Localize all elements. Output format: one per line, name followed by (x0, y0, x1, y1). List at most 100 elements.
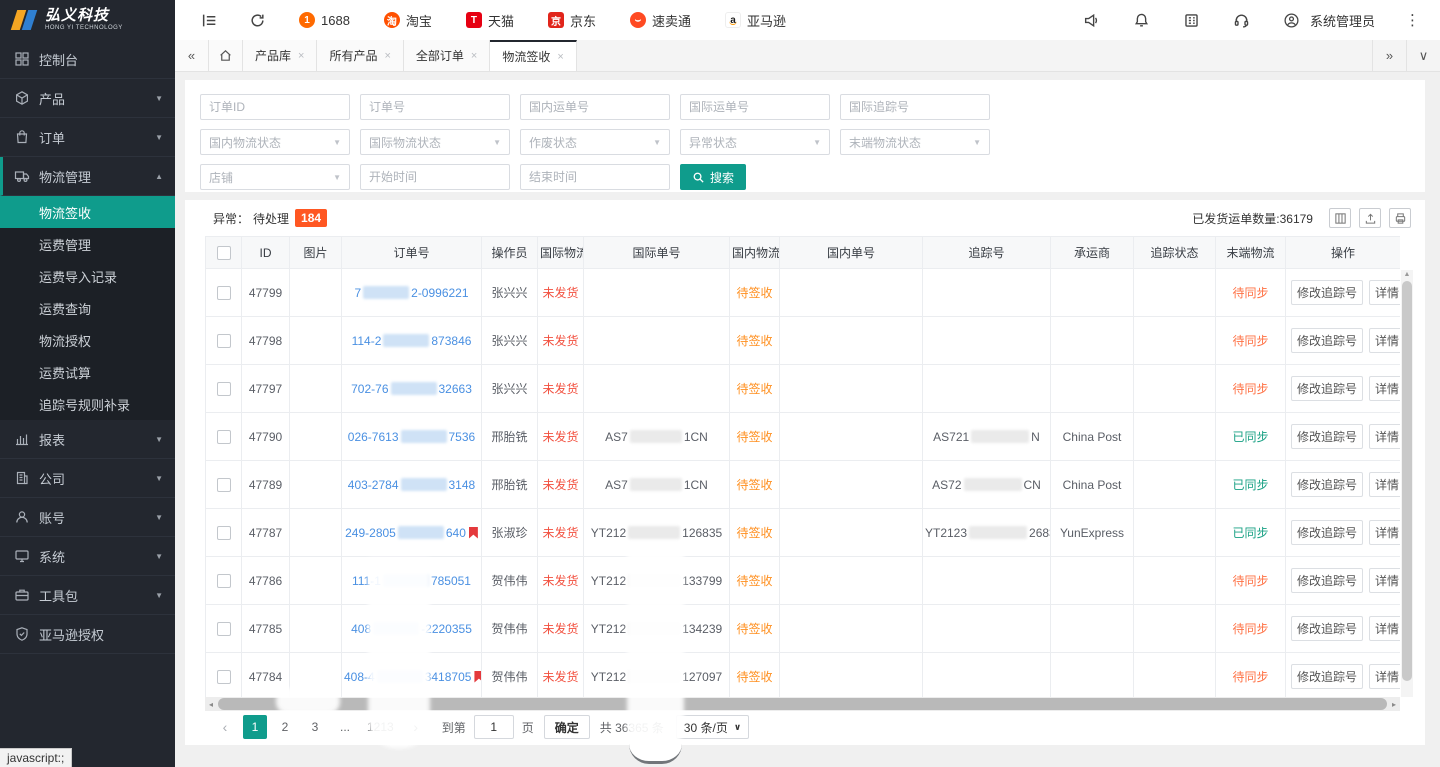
scroll-up-arrow-icon[interactable]: ▲ (1401, 270, 1413, 280)
order-number-link[interactable]: 249-2805640 (345, 526, 466, 540)
tab-产品库[interactable]: 产品库× (243, 40, 317, 71)
collapse-menu-icon[interactable] (197, 8, 221, 32)
user-menu[interactable]: 系统管理员 (1280, 8, 1375, 32)
filter-input-订单ID[interactable] (200, 94, 350, 120)
filter-input-国际追踪号[interactable] (840, 94, 990, 120)
tabs-menu-icon[interactable]: ∨ (1406, 40, 1440, 71)
detail-button[interactable]: 详情 (1369, 424, 1400, 449)
marketplace-link-tmall[interactable]: T天猫 (466, 11, 514, 30)
headset-support-icon[interactable] (1230, 8, 1254, 32)
tab-物流签收[interactable]: 物流签收× (490, 40, 576, 71)
marketplace-link-amazon[interactable]: a亚马逊 (725, 11, 786, 30)
pending-label[interactable]: 待处理 (253, 210, 289, 227)
filter-input-国际运单号[interactable] (680, 94, 830, 120)
more-options-icon[interactable]: ⋮ (1401, 11, 1424, 29)
tab-所有产品[interactable]: 所有产品× (317, 40, 403, 71)
detail-button[interactable]: 详情 (1369, 520, 1400, 545)
order-number-link[interactable]: 114-2873846 (352, 334, 472, 348)
edit-tracking-button[interactable]: 修改追踪号 (1291, 664, 1363, 689)
sidebar-subitem-追踪号规则补录[interactable]: 追踪号规则补录 (0, 388, 175, 420)
marketplace-link-jd[interactable]: 京京东 (548, 11, 596, 30)
scroll-right-arrow-icon[interactable]: ▸ (1388, 700, 1400, 709)
sidebar-item-company[interactable]: 公司▼ (0, 459, 175, 498)
filter-input-end-time[interactable] (520, 164, 670, 190)
detail-button[interactable]: 详情 (1369, 472, 1400, 497)
marketplace-link-taobao[interactable]: 淘淘宝 (384, 11, 432, 30)
row-checkbox[interactable] (217, 430, 231, 444)
close-icon[interactable]: × (471, 50, 477, 62)
order-number-link[interactable]: 702-7632663 (351, 382, 472, 396)
sidebar-item-order[interactable]: 订单▼ (0, 118, 175, 157)
filter-input-订单号[interactable] (360, 94, 510, 120)
select-all-checkbox[interactable] (217, 246, 231, 260)
detail-button[interactable]: 详情 (1369, 376, 1400, 401)
row-checkbox[interactable] (217, 574, 231, 588)
sidebar-subitem-物流签收[interactable]: 物流签收 (0, 196, 175, 228)
announcement-icon[interactable] (1080, 8, 1104, 32)
marketplace-link-1688[interactable]: 11688 (299, 12, 350, 28)
prev-page-icon[interactable]: ‹ (213, 715, 237, 739)
detail-button[interactable]: 详情 (1369, 280, 1400, 305)
tabs-scroll-left-icon[interactable]: « (175, 40, 209, 71)
row-checkbox[interactable] (217, 382, 231, 396)
order-number-link[interactable]: 403-27843148 (348, 478, 475, 492)
home-tab-icon[interactable] (209, 40, 243, 71)
sidebar-item-product[interactable]: 产品▼ (0, 79, 175, 118)
sidebar-item-toolkit[interactable]: 工具包▼ (0, 576, 175, 615)
sidebar-subitem-运费试算[interactable]: 运费试算 (0, 356, 175, 388)
export-icon[interactable] (1359, 208, 1381, 228)
notifications-bell-icon[interactable] (1130, 8, 1154, 32)
confirm-page-button[interactable]: 确定 (544, 715, 590, 739)
row-checkbox[interactable] (217, 478, 231, 492)
close-icon[interactable]: × (298, 50, 304, 62)
order-number-link[interactable]: 026-76137536 (348, 430, 475, 444)
sidebar-subitem-运费导入记录[interactable]: 运费导入记录 (0, 260, 175, 292)
tabs-scroll-right-icon[interactable]: » (1372, 40, 1406, 71)
edit-tracking-button[interactable]: 修改追踪号 (1291, 376, 1363, 401)
edit-tracking-button[interactable]: 修改追踪号 (1291, 424, 1363, 449)
edit-tracking-button[interactable]: 修改追踪号 (1291, 520, 1363, 545)
sidebar-subitem-物流授权[interactable]: 物流授权 (0, 324, 175, 356)
sidebar-item-account[interactable]: 账号▼ (0, 498, 175, 537)
filter-select-shop[interactable]: 店铺▼ (200, 164, 350, 190)
row-checkbox[interactable] (217, 670, 231, 684)
sidebar-subitem-运费查询[interactable]: 运费查询 (0, 292, 175, 324)
filter-select-作废状态[interactable]: 作废状态▼ (520, 129, 670, 155)
page-button-3[interactable]: 3 (303, 715, 327, 739)
edit-tracking-button[interactable]: 修改追踪号 (1291, 472, 1363, 497)
detail-button[interactable]: 详情 (1369, 616, 1400, 641)
filter-input-国内运单号[interactable] (520, 94, 670, 120)
order-number-link[interactable]: 72-0996221 (354, 286, 468, 300)
row-checkbox[interactable] (217, 286, 231, 300)
filter-input-start-time[interactable] (360, 164, 510, 190)
goto-page-input[interactable] (474, 715, 514, 739)
page-button-2[interactable]: 2 (273, 715, 297, 739)
edit-tracking-button[interactable]: 修改追踪号 (1291, 280, 1363, 305)
filter-select-异常状态[interactable]: 异常状态▼ (680, 129, 830, 155)
close-icon[interactable]: × (557, 51, 563, 63)
tab-全部订单[interactable]: 全部订单× (404, 40, 490, 71)
sidebar-item-report[interactable]: 报表▼ (0, 420, 175, 459)
refresh-icon[interactable] (245, 8, 269, 32)
sidebar-item-console[interactable]: 控制台 (0, 40, 175, 79)
filter-select-末端物流状态[interactable]: 末端物流状态▼ (840, 129, 990, 155)
edit-tracking-button[interactable]: 修改追踪号 (1291, 568, 1363, 593)
filter-select-国际物流状态[interactable]: 国际物流状态▼ (360, 129, 510, 155)
search-button[interactable]: 搜索 (680, 164, 746, 190)
sidebar-item-system[interactable]: 系统▼ (0, 537, 175, 576)
vertical-scrollbar[interactable]: ▲ (1401, 270, 1413, 697)
page-button-1[interactable]: 1 (243, 715, 267, 739)
detail-button[interactable]: 详情 (1369, 664, 1400, 689)
filter-select-国内物流状态[interactable]: 国内物流状态▼ (200, 129, 350, 155)
sidebar-item-amazon-auth[interactable]: 亚马逊授权 (0, 615, 175, 654)
edit-tracking-button[interactable]: 修改追踪号 (1291, 616, 1363, 641)
row-checkbox[interactable] (217, 526, 231, 540)
close-icon[interactable]: × (384, 50, 390, 62)
scroll-left-arrow-icon[interactable]: ◂ (205, 700, 217, 709)
pending-count-badge[interactable]: 184 (295, 209, 327, 227)
marketplace-link-aliexpress[interactable]: ⌣速卖通 (630, 11, 691, 30)
sidebar-item-logistics[interactable]: 物流管理▲ (0, 157, 175, 196)
edit-tracking-button[interactable]: 修改追踪号 (1291, 328, 1363, 353)
columns-setting-icon[interactable] (1329, 208, 1351, 228)
row-checkbox[interactable] (217, 622, 231, 636)
